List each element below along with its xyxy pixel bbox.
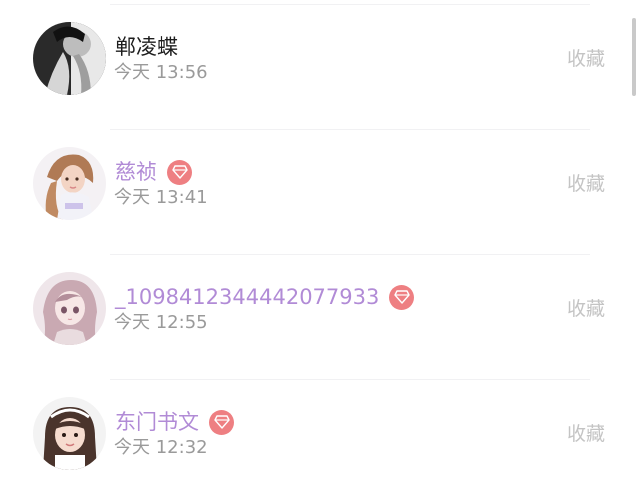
user-name[interactable]: 慈祯 [115,158,157,186]
diamond-icon [167,159,192,185]
user-name[interactable]: 郸凌蝶 [115,33,178,61]
avatar-image [33,22,106,95]
favorite-button[interactable]: 收藏 [567,47,605,71]
favorite-button[interactable]: 收藏 [567,297,605,321]
user-name[interactable]: 东门书文 [115,408,199,436]
name-line: 慈祯 [115,158,192,186]
user-name[interactable]: _1098412344442077933 [115,283,379,311]
user-list: 郸凌蝶 今天 13:56 收藏 慈祯 今天 13:41 收藏 _10984123… [0,0,640,481]
avatar[interactable] [33,397,106,470]
name-line: 郸凌蝶 [115,33,178,61]
list-item[interactable]: _1098412344442077933 今天 12:55 收藏 [0,250,640,380]
list-item[interactable]: 东门书文 今天 12:32 收藏 [0,375,640,481]
timestamp: 今天 13:56 [114,62,208,83]
diamond-icon [209,409,234,435]
avatar-image [33,272,106,345]
timestamp: 今天 13:41 [114,187,208,208]
timestamp: 今天 12:32 [114,437,208,458]
avatar[interactable] [33,272,106,345]
list-item[interactable]: 慈祯 今天 13:41 收藏 [0,125,640,255]
favorite-button[interactable]: 收藏 [567,172,605,196]
favorite-button[interactable]: 收藏 [567,422,605,446]
list-item[interactable]: 郸凌蝶 今天 13:56 收藏 [0,0,640,130]
avatar-image [33,147,106,220]
avatar[interactable] [33,147,106,220]
avatar-image [33,397,106,470]
diamond-icon [389,284,415,310]
timestamp: 今天 12:55 [114,312,208,333]
avatar[interactable] [33,22,106,95]
name-line: _1098412344442077933 [115,283,415,311]
scrollbar[interactable] [632,18,636,96]
name-line: 东门书文 [115,408,234,436]
